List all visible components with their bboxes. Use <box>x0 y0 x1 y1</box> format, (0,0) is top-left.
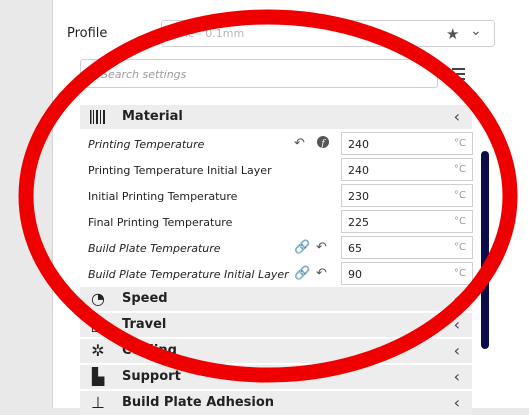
setting-row: Initial Printing Temperature 230 °C <box>80 184 473 208</box>
category-build-plate-adhesion[interactable]: ⊥ Build Plate Adhesion ‹ <box>80 391 472 415</box>
chevron-left-icon: ‹ <box>453 393 460 412</box>
field-unit: °C <box>454 190 466 201</box>
category-label: Travel <box>122 317 167 332</box>
setting-row: Printing Temperature ↶ f 240 °C <box>80 132 473 156</box>
setting-label: Build Plate Temperature Initial Layer <box>88 268 289 281</box>
category-cooling[interactable]: ✲ Cooling ‹ <box>80 339 472 363</box>
chevron-left-icon: ‹ <box>453 367 460 386</box>
support-icon: ▙ <box>91 367 105 386</box>
value-field[interactable]: 230 °C <box>341 184 473 207</box>
field-value: 90 <box>348 268 362 281</box>
search-input[interactable]: Search settings <box>80 59 438 88</box>
setting-row: Build Plate Temperature 🔗 ↶ 65 °C <box>80 236 473 260</box>
field-unit: °C <box>454 164 466 175</box>
chevron-left-icon: ‹ <box>453 107 460 126</box>
setting-label: Final Printing Temperature <box>88 216 233 229</box>
field-value: 225 <box>348 216 369 229</box>
profile-label: Profile <box>67 26 108 41</box>
chevron-left-icon: ‹ <box>453 341 460 360</box>
star-icon[interactable]: ★ <box>446 25 459 43</box>
menu-icon[interactable] <box>452 68 465 80</box>
setting-row: Final Printing Temperature 225 °C <box>80 210 473 234</box>
field-value: 240 <box>348 138 369 151</box>
reset-icon[interactable]: ↶ <box>316 266 327 281</box>
category-label: Speed <box>122 291 168 306</box>
link-icon[interactable]: 🔗 <box>294 240 310 255</box>
field-unit: °C <box>454 242 466 253</box>
setting-label: Initial Printing Temperature <box>88 190 238 203</box>
field-unit: °C <box>454 216 466 227</box>
field-value: 65 <box>348 242 362 255</box>
category-label: Cooling <box>122 343 177 358</box>
reset-icon[interactable]: ↶ <box>316 240 327 255</box>
reset-icon[interactable]: ↶ <box>294 136 305 151</box>
chevron-left-icon: ‹ <box>453 289 460 308</box>
scrollbar[interactable] <box>481 151 489 349</box>
category-travel[interactable]: ⬒ Travel ‹ <box>80 313 472 337</box>
field-unit: °C <box>454 268 466 279</box>
search-placeholder: Search settings <box>101 68 187 81</box>
value-field[interactable]: 240 °C <box>341 132 473 155</box>
value-field[interactable]: 225 °C <box>341 210 473 233</box>
fan-icon: ✲ <box>91 341 105 360</box>
profile-value: Fine - 0.1mm <box>172 27 245 40</box>
material-icon <box>89 108 107 126</box>
field-value: 240 <box>348 164 369 177</box>
chevron-down-icon: ⌄ <box>470 23 482 39</box>
link-icon[interactable]: 🔗 <box>294 266 310 281</box>
value-field[interactable]: 240 °C <box>341 158 473 181</box>
setting-label: Build Plate Temperature <box>88 242 221 255</box>
category-label: Material <box>122 109 183 124</box>
field-value: 230 <box>348 190 369 203</box>
field-unit: °C <box>454 138 466 149</box>
setting-label: Printing Temperature <box>88 138 205 151</box>
setting-label: Printing Temperature Initial Layer <box>88 164 272 177</box>
category-speed[interactable]: ◔ Speed ‹ <box>80 287 472 311</box>
category-label: Support <box>122 369 181 384</box>
category-material[interactable]: Material ‹ <box>80 105 472 129</box>
category-support[interactable]: ▙ Support ‹ <box>80 365 472 389</box>
speedometer-icon: ◔ <box>91 289 105 308</box>
adhesion-icon: ⊥ <box>91 393 105 412</box>
profile-dropdown[interactable]: Fine - 0.1mm ★ ⌄ <box>161 20 495 47</box>
chevron-left-icon: ‹ <box>453 315 460 334</box>
category-label: Build Plate Adhesion <box>122 395 275 410</box>
travel-icon: ⬒ <box>90 315 106 334</box>
value-field[interactable]: 65 °C <box>341 236 473 259</box>
setting-row: Printing Temperature Initial Layer 240 °… <box>80 158 473 182</box>
formula-icon[interactable]: f <box>316 135 330 153</box>
setting-row: Build Plate Temperature Initial Layer 🔗 … <box>80 262 473 286</box>
value-field[interactable]: 90 °C <box>341 262 473 285</box>
